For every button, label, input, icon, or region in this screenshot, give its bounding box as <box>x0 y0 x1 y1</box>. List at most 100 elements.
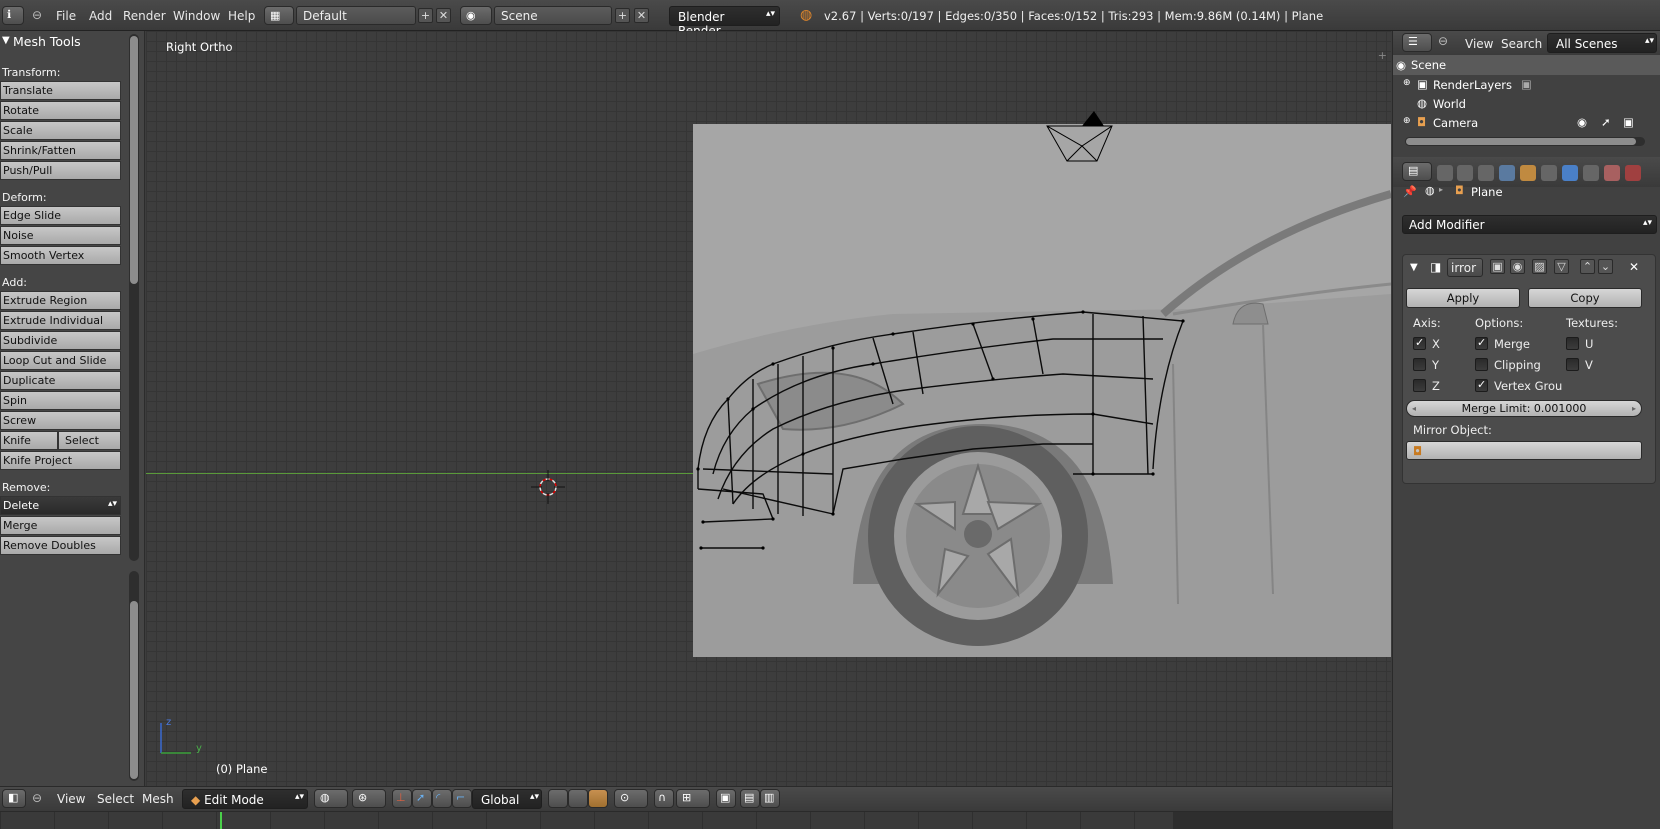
outliner-filter-dropdown[interactable]: All Scenes ▴▾ <box>1547 33 1657 53</box>
apply-button[interactable]: Apply <box>1406 288 1520 308</box>
screw-button[interactable]: Screw <box>0 411 121 430</box>
orientation-dropdown[interactable]: Global ▴▾ <box>472 789 542 809</box>
mode-dropdown[interactable]: ◆ Edit Mode ▴▾ <box>182 789 308 809</box>
collapse-menu-icon[interactable]: ⊖ <box>32 791 42 805</box>
texture-tab-icon[interactable] <box>1625 165 1641 181</box>
axis-y-checkbox[interactable] <box>1413 358 1426 371</box>
expand-icon[interactable]: ⊕ <box>1403 78 1411 88</box>
show-viewport-icon[interactable]: ◉ <box>1510 259 1525 274</box>
menu-select[interactable]: Select <box>97 792 134 806</box>
subdivide-button[interactable]: Subdivide <box>0 331 121 350</box>
scale-button[interactable]: Scale <box>0 121 121 140</box>
menu-render[interactable]: Render <box>123 9 166 23</box>
vertex-groups-checkbox[interactable] <box>1475 378 1488 392</box>
render-active-camera-button[interactable]: ▤ <box>740 789 760 808</box>
menu-window[interactable]: Window <box>173 9 220 23</box>
editor-type-button[interactable]: ◧ <box>2 789 26 808</box>
smooth-vertex-button[interactable]: Smooth Vertex <box>0 246 121 265</box>
knife-select-button[interactable]: Select <box>58 431 121 450</box>
mirror-object-field[interactable]: ◘ <box>1406 441 1642 460</box>
current-frame-marker[interactable] <box>220 812 222 829</box>
modifier-name-field[interactable]: irror <box>1447 258 1483 277</box>
translate-manipulator-button[interactable]: ➚ <box>412 789 432 808</box>
scale-manipulator-button[interactable]: ⌐ <box>452 789 472 808</box>
proportional-editing-button[interactable]: ⊙ <box>614 789 648 808</box>
tool-shelf-scrollbar[interactable] <box>129 34 139 561</box>
modifier-collapse-icon[interactable]: ▼ <box>1410 262 1418 273</box>
manipulator-toggle[interactable]: ⊥ <box>392 789 412 808</box>
constraints-tab-icon[interactable] <box>1541 165 1557 181</box>
modifiers-tab-icon[interactable] <box>1562 165 1578 181</box>
add-scene-icon[interactable]: + <box>615 8 630 23</box>
material-tab-icon[interactable] <box>1604 165 1620 181</box>
merge-button[interactable]: Merge <box>0 516 121 535</box>
add-modifier-dropdown[interactable]: Add Modifier ▴▾ <box>1402 215 1657 234</box>
camera-object[interactable] <box>1042 111 1117 171</box>
shrink-fatten-button[interactable]: Shrink/Fatten <box>0 141 121 160</box>
editor-type-button[interactable]: ℹ <box>2 6 24 25</box>
snap-toggle[interactable]: ∩ <box>654 789 674 808</box>
remove-doubles-button[interactable]: Remove Doubles <box>0 536 121 555</box>
outliner-search-menu[interactable]: Search <box>1501 37 1542 51</box>
extrude-region-button[interactable]: Extrude Region <box>0 291 121 310</box>
toggle-properties-icon[interactable]: + <box>1378 49 1387 62</box>
extrude-individual-button[interactable]: Extrude Individual <box>0 311 121 330</box>
increment-arrow-icon[interactable]: ▸ <box>1632 401 1636 416</box>
outliner-hscrollbar[interactable] <box>1405 137 1645 146</box>
edge-select-button[interactable] <box>568 789 588 808</box>
menu-help[interactable]: Help <box>228 9 255 23</box>
data-tab-icon[interactable] <box>1583 165 1599 181</box>
viewport-shading-button[interactable]: ◍ <box>314 789 348 808</box>
mesh-tools-panel-header[interactable]: ▼ Mesh Tools <box>0 34 125 52</box>
axis-z-checkbox[interactable] <box>1413 379 1426 392</box>
face-select-button[interactable] <box>588 789 608 808</box>
decrement-arrow-icon[interactable]: ◂ <box>1412 401 1416 416</box>
noise-button[interactable]: Noise <box>0 226 121 245</box>
knife-project-button[interactable]: Knife Project <box>0 451 121 470</box>
expand-icon[interactable]: ⊕ <box>1403 116 1411 126</box>
timeline[interactable] <box>0 811 1392 829</box>
render-animation-button[interactable]: ▥ <box>760 789 780 808</box>
texture-v-checkbox[interactable] <box>1566 358 1579 371</box>
clipping-checkbox[interactable] <box>1475 358 1488 371</box>
scroll-thumb[interactable] <box>1406 138 1636 145</box>
render-layers-tab-icon[interactable] <box>1457 165 1473 181</box>
edge-slide-button[interactable]: Edge Slide <box>0 206 121 225</box>
duplicate-button[interactable]: Duplicate <box>0 371 121 390</box>
render-engine-dropdown[interactable]: Blender Render ▴▾ <box>669 6 780 38</box>
translate-button[interactable]: Translate <box>0 81 121 100</box>
move-up-icon[interactable]: ⌃ <box>1580 259 1595 274</box>
copy-button[interactable]: Copy <box>1528 288 1642 308</box>
outliner-view-menu[interactable]: View <box>1465 37 1493 51</box>
scene-name-field[interactable]: Scene <box>494 6 612 25</box>
scene-tab-icon[interactable] <box>1478 165 1494 181</box>
outliner-editor-type-button[interactable]: ☰ <box>1402 33 1432 52</box>
menu-file[interactable]: File <box>56 9 76 23</box>
loop-cut-slide-button[interactable]: Loop Cut and Slide <box>0 351 121 370</box>
object-tab-icon[interactable] <box>1520 165 1536 181</box>
remove-scene-icon[interactable]: ✕ <box>634 8 649 23</box>
pin-icon[interactable]: 📌 <box>1403 185 1417 198</box>
layout-browse-button[interactable]: ▦ <box>264 6 294 25</box>
vertex-select-button[interactable] <box>548 789 568 808</box>
rotate-manipulator-button[interactable]: ◜ <box>432 789 452 808</box>
layout-name-field[interactable]: Default <box>296 6 416 25</box>
collapse-menu-icon[interactable]: ⊖ <box>1438 34 1448 48</box>
menu-mesh[interactable]: Mesh <box>142 792 174 806</box>
menu-view[interactable]: View <box>57 792 85 806</box>
visibility-eye-icon[interactable]: ◉ <box>1577 115 1587 129</box>
outliner-item-scene[interactable]: ◉ Scene <box>1393 55 1660 75</box>
merge-checkbox[interactable] <box>1475 336 1488 350</box>
show-on-cage-icon[interactable]: ▽ <box>1554 259 1569 274</box>
move-down-icon[interactable]: ⌄ <box>1598 259 1613 274</box>
outliner-item-camera[interactable]: ⊕ ◘ Camera ◉ ➚ ▣ <box>1393 113 1660 133</box>
scroll-thumb[interactable] <box>130 36 138 284</box>
remove-layout-icon[interactable]: ✕ <box>436 8 451 23</box>
menu-add[interactable]: Add <box>89 9 112 23</box>
push-pull-button[interactable]: Push/Pull <box>0 161 121 180</box>
merge-limit-field[interactable]: ◂ Merge Limit: 0.001000 ▸ <box>1406 400 1642 417</box>
pivot-point-button[interactable]: ⊛ <box>352 789 386 808</box>
scroll-thumb[interactable] <box>130 601 138 779</box>
3d-viewport[interactable]: Right Ortho z y (0) Plane + <box>146 31 1391 786</box>
scene-browse-button[interactable]: ◉ <box>460 6 492 25</box>
